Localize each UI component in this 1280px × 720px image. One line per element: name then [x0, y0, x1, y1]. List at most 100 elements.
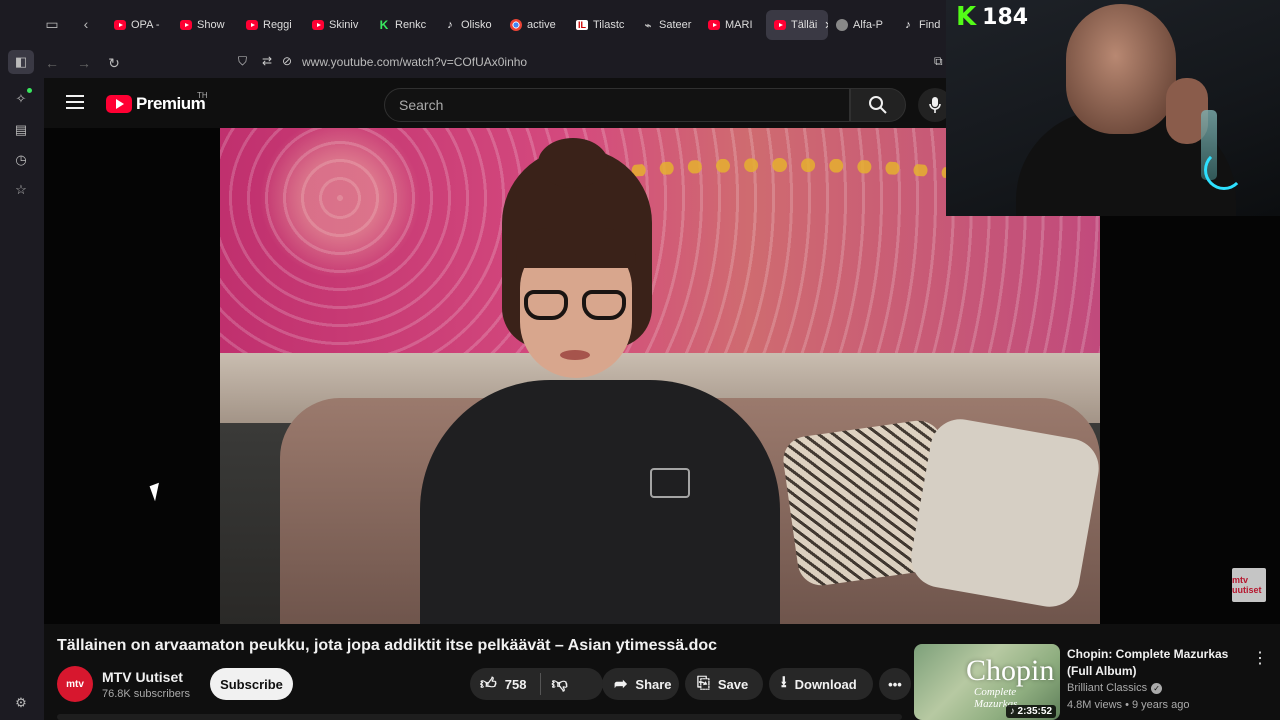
search-input[interactable]: [385, 89, 849, 121]
pillow: [906, 414, 1100, 612]
history-icon[interactable]: ◷: [10, 149, 32, 171]
channel-watermark[interactable]: mtv uutiset: [1232, 568, 1266, 602]
tiktok-icon: ♪: [905, 19, 911, 31]
thumbnail-title: Chopin: [966, 654, 1055, 687]
shield-icon[interactable]: ⛉: [238, 54, 247, 69]
download-button[interactable]: ⭳ Download: [769, 668, 873, 700]
pip-icon[interactable]: ⧉: [934, 54, 943, 69]
description-box-edge[interactable]: [57, 714, 902, 720]
tiktok-icon: ♪: [447, 19, 453, 31]
tab[interactable]: active: [502, 10, 568, 40]
tracking-off-icon[interactable]: ⊘: [282, 54, 292, 68]
streamer-webcam-overlay: K 184: [946, 0, 1280, 216]
recommended-thumbnail[interactable]: Chopin Complete Mazurkas ♪ 2:35:52: [914, 644, 1060, 720]
tab[interactable]: Reggi: [238, 10, 304, 40]
recommended-title[interactable]: Chopin: Complete Mazurkas (Full Album): [1067, 646, 1247, 680]
glasses: [524, 290, 628, 320]
tab-overview-icon[interactable]: ▭: [42, 14, 62, 34]
share-button[interactable]: ➦ Share: [602, 668, 679, 700]
youtube-icon: [774, 20, 786, 30]
search-button[interactable]: [850, 88, 906, 122]
tab[interactable]: Show: [172, 10, 238, 40]
download-label: Download: [794, 676, 857, 692]
more-horizontal-icon: •••: [888, 676, 902, 692]
subscribe-button[interactable]: Subscribe: [210, 668, 293, 700]
chrome-icon: [510, 19, 522, 31]
tab[interactable]: ⌁ Sateer: [634, 10, 700, 40]
person-hair-bun: [538, 138, 608, 188]
youtube-icon: [246, 20, 258, 30]
recommended-meta: 4.8M views • 9 years ago: [1067, 699, 1190, 711]
person-sweater: [420, 380, 780, 624]
save-label: Save: [717, 676, 749, 692]
duration-badge: ♪ 2:35:52: [1005, 705, 1056, 718]
tab-active[interactable]: Tälläi✕: [766, 10, 828, 40]
viewer-count: 184: [982, 4, 1029, 30]
il-icon: IL: [576, 20, 588, 30]
video-title: Tällainen on arvaamaton peukku, jota jop…: [57, 637, 718, 654]
youtube-icon: [180, 20, 192, 30]
kick-logo-icon: K: [956, 2, 977, 32]
verified-check-icon: ✓: [1151, 682, 1163, 694]
channel-row: mtv MTV Uutiset 76.8K subscribers Subscr…: [57, 666, 917, 706]
tab[interactable]: MARI: [700, 10, 766, 40]
microphone-icon: [929, 97, 941, 113]
ai-sparkle-icon[interactable]: ✧: [10, 88, 32, 110]
tab[interactable]: OPA -: [106, 10, 172, 40]
subscriber-count: 76.8K subscribers: [102, 688, 191, 700]
more-actions-button[interactable]: •••: [879, 668, 911, 700]
recommended-channel[interactable]: Brilliant Classics ✓: [1067, 682, 1163, 694]
tab[interactable]: ♪ Olisko: [436, 10, 502, 40]
download-icon: ⭳: [781, 673, 787, 691]
settings-gear-icon[interactable]: ⚙: [10, 692, 32, 714]
tab-list: OPA - Show Reggi Skiniv K Renkc ♪ Olisko a…: [106, 10, 960, 40]
person-bangs: [516, 228, 636, 268]
tab[interactable]: Skiniv: [304, 10, 370, 40]
viewer-badge: K 184: [956, 4, 1028, 30]
lamp-ring: [1204, 150, 1244, 190]
bookmark-icon: ⎘: [697, 675, 710, 692]
browser-sidebar: ◧ ✧ ▤ ◷ ☆ ⚙: [0, 48, 44, 720]
player-letterbox-left: [44, 128, 220, 624]
lips: [560, 350, 590, 360]
tab[interactable]: Alfa-P: [828, 10, 894, 40]
channel-name[interactable]: MTV Uutiset: [102, 669, 183, 685]
menu-icon[interactable]: [66, 95, 84, 109]
shirt-logo: [650, 468, 690, 498]
tab[interactable]: IL Tilastc: [568, 10, 634, 40]
sidebar-toggle-icon[interactable]: ◧: [8, 50, 34, 74]
alfa-icon: [836, 19, 848, 31]
notification-dot: [27, 88, 32, 93]
scroll-tabs-left-icon[interactable]: ‹: [76, 14, 96, 34]
forward-arrow-icon[interactable]: →: [74, 53, 94, 73]
save-button[interactable]: ⎘ Save: [685, 668, 763, 700]
kebab-menu-icon[interactable]: ⋮: [1252, 648, 1268, 668]
reading-list-icon[interactable]: ▤: [10, 119, 32, 141]
like-count[interactable]: 758: [505, 677, 527, 692]
reload-icon[interactable]: ↻: [104, 53, 124, 73]
like-icon[interactable]: 👍︎: [480, 675, 497, 694]
permissions-icon[interactable]: ⇄: [262, 54, 272, 68]
satellite-icon: ⌁: [644, 19, 652, 32]
share-icon: ➦: [614, 676, 628, 693]
bookmarks-star-icon[interactable]: ☆: [10, 179, 32, 201]
search-icon: [869, 96, 887, 114]
share-label: Share: [635, 676, 672, 692]
recommended-video[interactable]: Chopin Complete Mazurkas ♪ 2:35:52 Chopi…: [914, 644, 1280, 720]
dislike-icon[interactable]: 👎︎: [551, 675, 567, 694]
streamer-head: [1066, 4, 1176, 134]
tab[interactable]: K Renkc: [370, 10, 436, 40]
youtube-play-icon: [106, 95, 132, 113]
kick-icon: K: [379, 18, 389, 32]
country-code: TH: [197, 91, 208, 100]
youtube-logo[interactable]: Premium: [106, 94, 206, 114]
divider: [540, 673, 542, 695]
youtube-icon: [114, 20, 126, 30]
logo-text: Premium: [136, 94, 206, 113]
channel-avatar[interactable]: mtv: [57, 666, 93, 702]
screen: ▭ ‹ OPA - Show Reggi Skiniv K Renkc ♪ Olis…: [0, 0, 1280, 720]
youtube-icon: [312, 20, 324, 30]
like-dislike-group: 👍︎ 758 👎︎: [470, 668, 603, 700]
url-text[interactable]: www.youtube.com/watch?v=COfUAx0inho: [302, 55, 527, 69]
back-arrow-icon[interactable]: ←: [42, 53, 62, 73]
